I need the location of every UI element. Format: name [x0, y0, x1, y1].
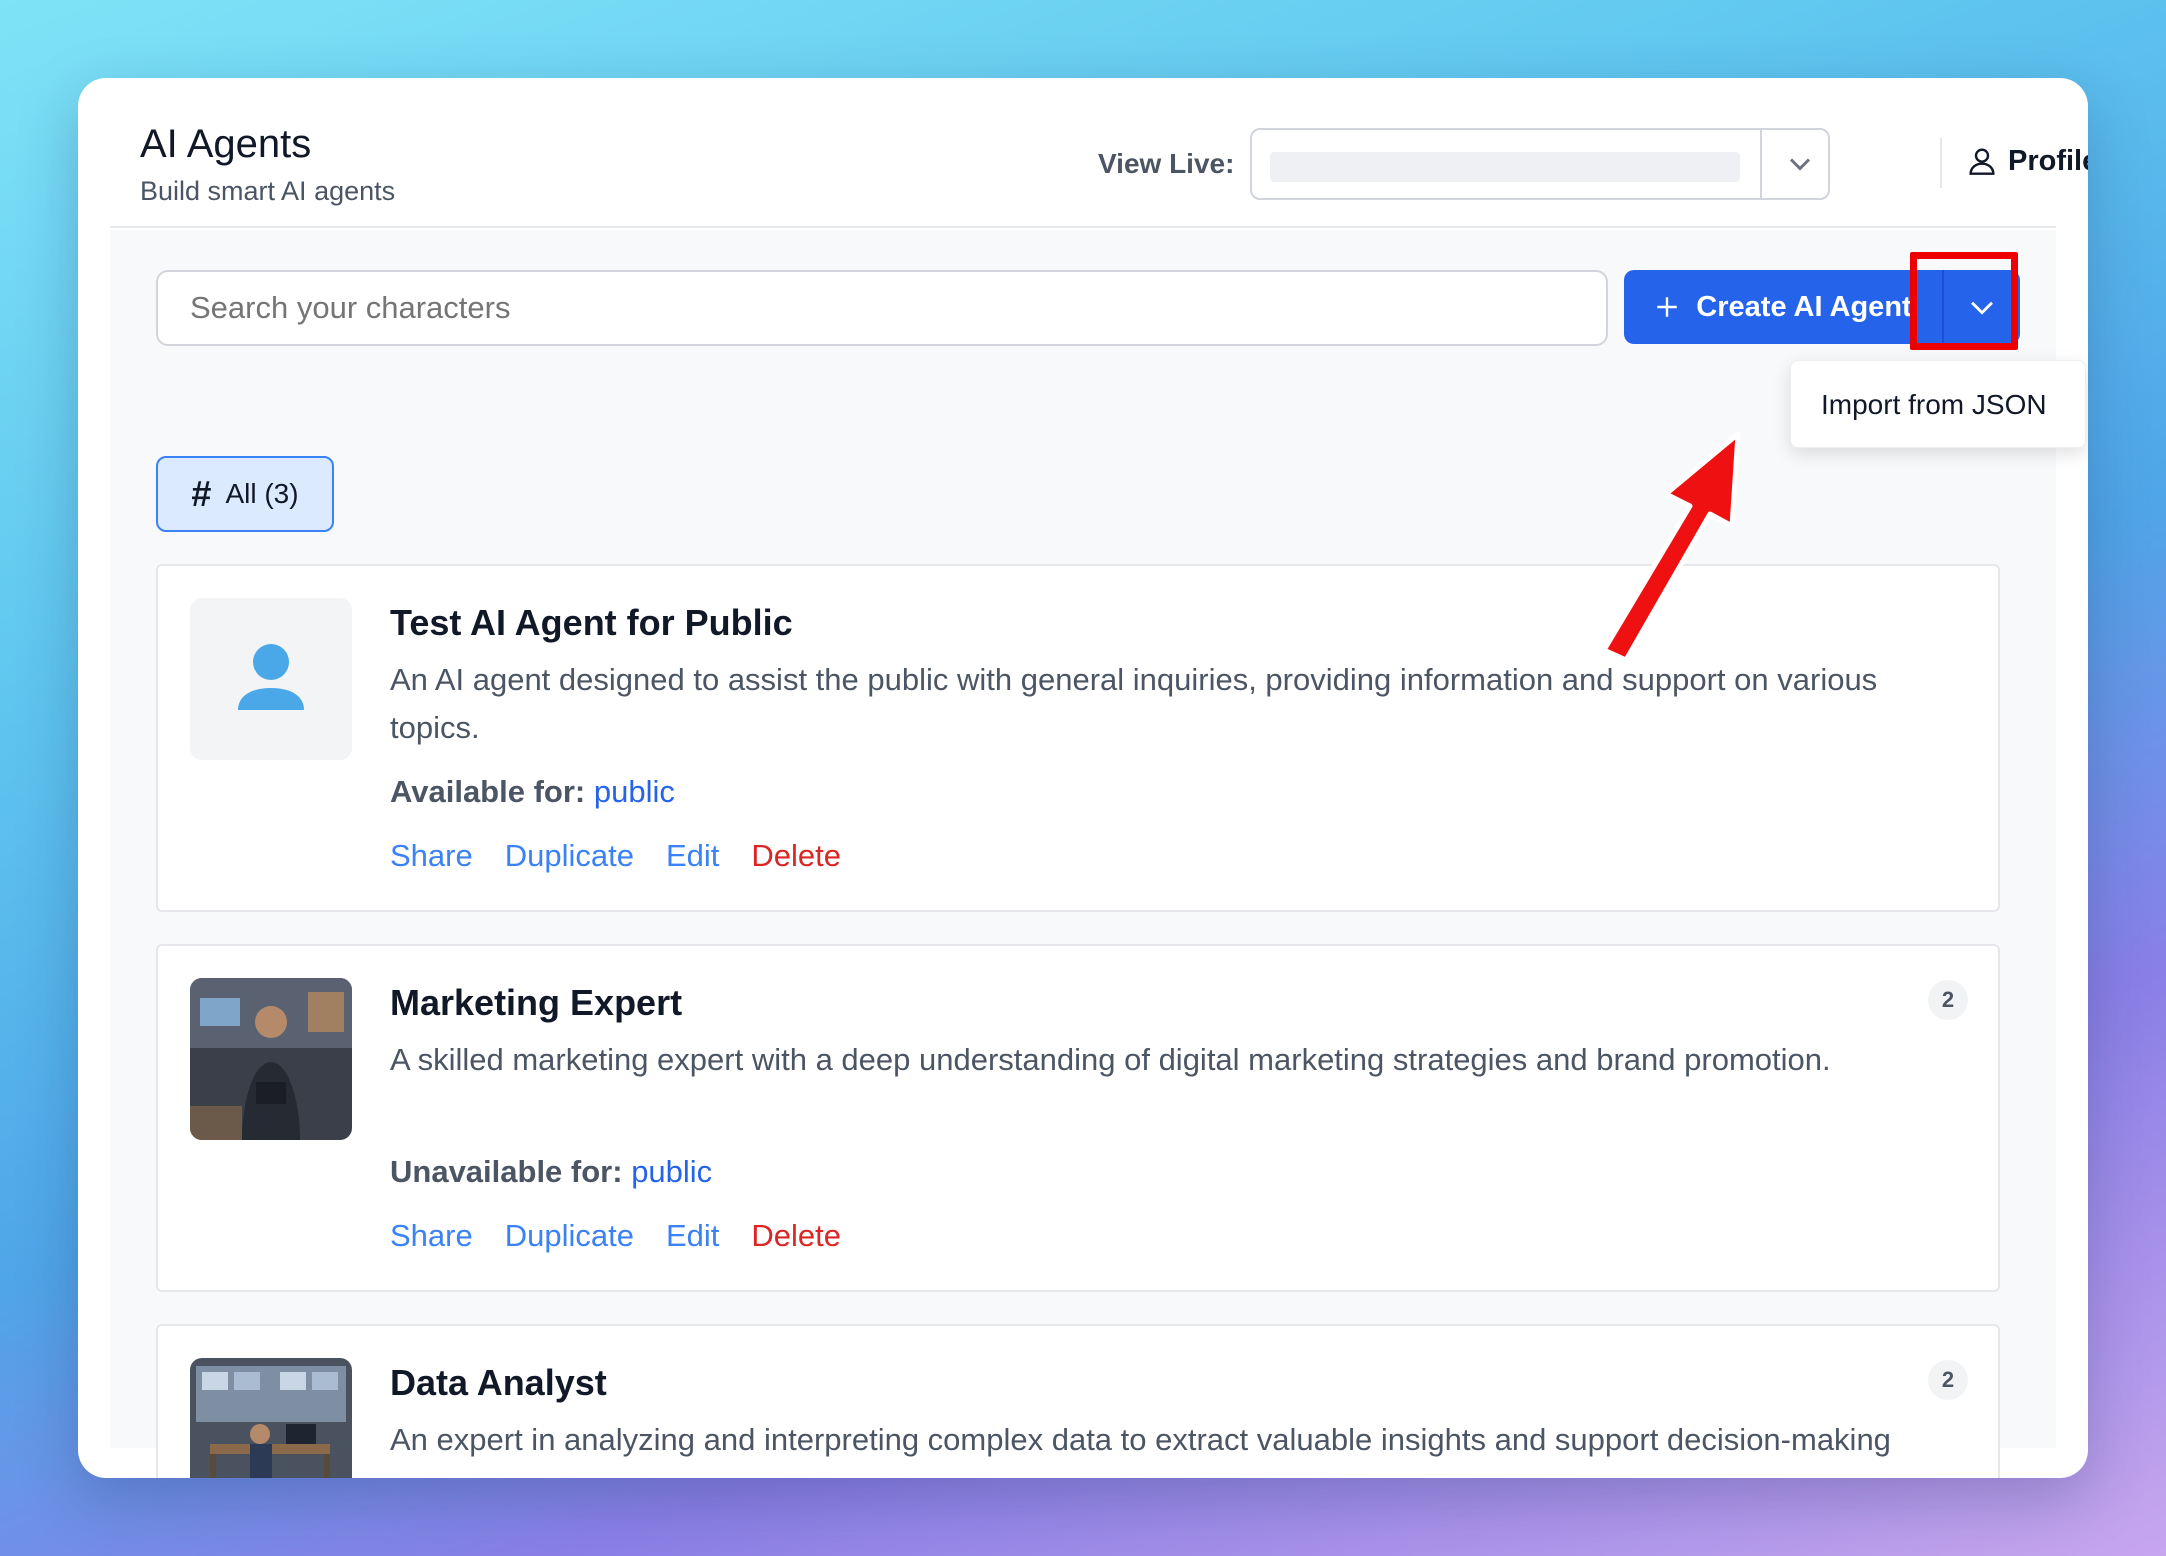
- agent-name: Test AI Agent for Public: [390, 602, 793, 643]
- profile-divider: [1940, 138, 1942, 188]
- marketing-expert-photo: [190, 978, 352, 1140]
- profile-label: Profile: [2008, 144, 2088, 177]
- availability-value[interactable]: public: [631, 1154, 712, 1189]
- agent-name: Data Analyst: [390, 1362, 607, 1403]
- user-placeholder-icon: [238, 644, 304, 710]
- avatar: [190, 1358, 352, 1478]
- page-header: AI Agents Build smart AI agents View Liv…: [110, 78, 2088, 228]
- agent-name: Marketing Expert: [390, 982, 683, 1023]
- edit-link[interactable]: Edit: [666, 1218, 719, 1254]
- create-button-label: Create AI Agent: [1696, 290, 1912, 323]
- filter-chip-all[interactable]: # All (3): [156, 456, 334, 532]
- avatar: [190, 978, 352, 1140]
- availability-label: Available for:: [390, 774, 586, 809]
- view-live-label: View Live:: [1098, 148, 1235, 179]
- create-dropdown-menu: Import from JSON: [1790, 360, 2086, 448]
- filter-chip-label: All (3): [225, 478, 299, 509]
- annotation-arrow-icon: [1601, 431, 1741, 663]
- select-divider: [1760, 130, 1762, 198]
- edit-link[interactable]: Edit: [666, 838, 719, 874]
- hash-icon: #: [191, 473, 212, 514]
- duplicate-link[interactable]: Duplicate: [505, 838, 634, 874]
- share-link[interactable]: Share: [390, 1218, 473, 1254]
- avatar: [190, 598, 352, 760]
- view-live-select[interactable]: [1250, 128, 1830, 200]
- import-from-json-item[interactable]: Import from JSON: [1821, 389, 2047, 421]
- view-live-value: [1270, 152, 1740, 182]
- search-input[interactable]: [156, 270, 1608, 346]
- agent-card: Data Analyst An expert in analyzing and …: [156, 1324, 2000, 1478]
- app-window: AI Agents Build smart AI agents View Liv…: [78, 78, 2088, 1478]
- agent-description: An AI agent designed to assist the publi…: [390, 662, 1878, 745]
- agent-actions: Share Duplicate Edit Delete: [390, 1218, 841, 1254]
- share-link[interactable]: Share: [390, 838, 473, 874]
- agent-description: An expert in analyzing and interpreting …: [390, 1422, 1891, 1478]
- availability-value[interactable]: public: [594, 774, 675, 809]
- availability: Available for: public: [390, 774, 675, 810]
- duplicate-link[interactable]: Duplicate: [505, 1218, 634, 1254]
- delete-link[interactable]: Delete: [751, 838, 841, 874]
- agent-actions: Share Duplicate Edit Delete: [390, 838, 841, 874]
- agent-card: Marketing Expert A skilled marketing exp…: [156, 944, 2000, 1292]
- availability-label: Unavailable for:: [390, 1154, 623, 1189]
- main-content: Create AI Agent # All (3) Test AI Agent …: [110, 230, 2056, 1478]
- user-icon: [1969, 148, 1995, 175]
- agent-description: A skilled marketing expert with a deep u…: [390, 1042, 1831, 1077]
- profile-button[interactable]: Profile: [1966, 144, 2088, 178]
- count-badge: 2: [1928, 980, 1968, 1020]
- create-ai-agent-button[interactable]: Create AI Agent: [1624, 270, 1942, 344]
- plus-icon: [1657, 297, 1678, 317]
- data-analyst-photo: [190, 1358, 352, 1478]
- availability: Unavailable for: public: [390, 1154, 712, 1190]
- chevron-down-icon: [1789, 158, 1811, 171]
- highlight-box: [1910, 252, 2018, 350]
- page-title: AI Agents: [140, 122, 312, 166]
- delete-link[interactable]: Delete: [751, 1218, 841, 1254]
- count-badge: 2: [1928, 1360, 1968, 1400]
- page-subtitle: Build smart AI agents: [140, 176, 396, 206]
